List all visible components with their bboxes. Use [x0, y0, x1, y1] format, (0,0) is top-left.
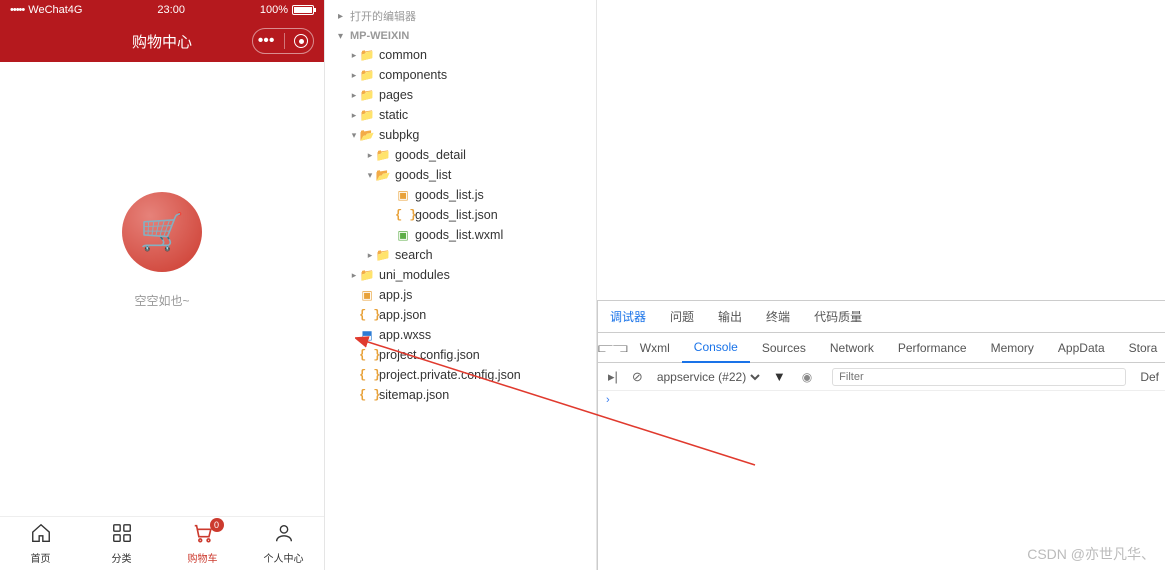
simulator-content: 🛒 空空如也~: [0, 62, 324, 516]
project-header[interactable]: ▾ MP-WEIXIN: [325, 27, 596, 45]
filter-input[interactable]: [832, 368, 1126, 386]
open-editors-header[interactable]: ▸ 打开的编辑器: [325, 5, 596, 27]
status-bar: WeChat4G 23:00 100%: [0, 0, 324, 20]
carrier-label: WeChat4G: [28, 4, 82, 16]
tab-debugger[interactable]: 调试器: [598, 301, 658, 332]
tab-wxml[interactable]: Wxml: [628, 333, 682, 362]
cart-icon: 🛒: [140, 211, 185, 253]
home-icon: [30, 522, 52, 548]
tab-bar: 首页 分类 0 购物车 个人中心: [0, 516, 324, 570]
tab-home[interactable]: 首页: [0, 517, 81, 570]
tab-storage[interactable]: Stora: [1117, 333, 1165, 362]
file-goods-list-js[interactable]: ▣goods_list.js: [325, 185, 596, 205]
file-goods-list-json[interactable]: { }goods_list.json: [325, 205, 596, 225]
folder-subpkg[interactable]: ▾📂subpkg: [325, 125, 596, 145]
cart-badge: 0: [210, 518, 224, 532]
folder-search[interactable]: ▸📁search: [325, 245, 596, 265]
file-sitemap[interactable]: { }sitemap.json: [325, 385, 596, 405]
live-expression-icon[interactable]: ◉: [796, 370, 818, 384]
watermark: CSDN @亦世凡华、: [1027, 544, 1155, 564]
console-toolbar: ▸| ⊘ appservice (#22) ▼ ◉ Def: [598, 363, 1165, 391]
levels-label[interactable]: Def: [1140, 370, 1159, 384]
chevron-down-icon: ▾: [338, 31, 350, 42]
folder-goods-detail[interactable]: ▸📁goods_detail: [325, 145, 596, 165]
chevron-right-icon: ▸: [338, 11, 350, 22]
tab-terminal[interactable]: 终端: [754, 301, 802, 332]
file-explorer: ▸ 打开的编辑器 ▾ MP-WEIXIN ▸📁common ▸📁componen…: [324, 0, 597, 570]
empty-text: 空空如也~: [134, 292, 189, 309]
dropdown-icon[interactable]: ▼: [769, 369, 790, 384]
file-app-json[interactable]: { }app.json: [325, 305, 596, 325]
tab-sources[interactable]: Sources: [750, 333, 818, 362]
folder-goods-list[interactable]: ▾📂goods_list: [325, 165, 596, 185]
file-app-wxss[interactable]: ⬒app.wxss: [325, 325, 596, 345]
devtools-primary-tabs: 调试器 问题 输出 终端 代码质量: [598, 301, 1165, 333]
cart-icon: 0: [192, 522, 214, 548]
file-project-private-config[interactable]: { }project.private.config.json: [325, 365, 596, 385]
more-icon[interactable]: •••: [258, 33, 275, 49]
tab-memory[interactable]: Memory: [979, 333, 1046, 362]
folder-components[interactable]: ▸📁components: [325, 65, 596, 85]
folder-common[interactable]: ▸📁common: [325, 45, 596, 65]
nav-title: 购物中心: [132, 31, 192, 52]
tab-cart[interactable]: 0 购物车: [162, 517, 243, 570]
time-label: 23:00: [157, 4, 185, 16]
file-app-js[interactable]: ▣app.js: [325, 285, 596, 305]
tab-profile[interactable]: 个人中心: [243, 517, 324, 570]
tab-quality[interactable]: 代码质量: [802, 301, 874, 332]
folder-uni-modules[interactable]: ▸📁uni_modules: [325, 265, 596, 285]
folder-pages[interactable]: ▸📁pages: [325, 85, 596, 105]
folder-static[interactable]: ▸📁static: [325, 105, 596, 125]
tab-label: 个人中心: [264, 550, 304, 565]
toggle-sidebar-icon[interactable]: ▸|: [604, 369, 622, 385]
devtools-secondary-tabs: ⫍⫎ Wxml Console Sources Network Performa…: [598, 333, 1165, 363]
nav-capsule[interactable]: •••: [252, 28, 314, 54]
tab-category[interactable]: 分类: [81, 517, 162, 570]
tab-console[interactable]: Console: [682, 334, 750, 363]
devtools-panel: 调试器 问题 输出 终端 代码质量 ⫍⫎ Wxml Console Source…: [597, 300, 1165, 570]
grid-icon: [111, 522, 133, 548]
file-goods-list-wxml[interactable]: ▣goods_list.wxml: [325, 225, 596, 245]
tab-label: 分类: [112, 550, 132, 565]
clear-console-icon[interactable]: ⊘: [628, 369, 647, 385]
tab-appdata[interactable]: AppData: [1046, 333, 1117, 362]
empty-cart-graphic: 🛒: [122, 192, 202, 272]
tab-output[interactable]: 输出: [706, 301, 754, 332]
context-select[interactable]: appservice (#22): [653, 369, 763, 385]
phone-simulator: WeChat4G 23:00 100% 购物中心 ••• 🛒 空空如也~ 首页: [0, 0, 324, 570]
dock-icon[interactable]: ⫍⫎: [598, 339, 628, 356]
tab-label: 首页: [31, 550, 51, 565]
user-icon: [273, 522, 295, 548]
battery-icon: [292, 5, 314, 15]
tab-network[interactable]: Network: [818, 333, 886, 362]
battery-label: 100%: [260, 4, 288, 16]
signal-dots-icon: [10, 4, 24, 16]
close-target-icon[interactable]: [294, 34, 308, 48]
console-prompt[interactable]: [606, 394, 1157, 406]
tab-label: 购物车: [188, 550, 218, 565]
tab-performance[interactable]: Performance: [886, 333, 979, 362]
nav-bar: 购物中心 •••: [0, 20, 324, 62]
file-project-config[interactable]: { }project.config.json: [325, 345, 596, 365]
tab-problems[interactable]: 问题: [658, 301, 706, 332]
